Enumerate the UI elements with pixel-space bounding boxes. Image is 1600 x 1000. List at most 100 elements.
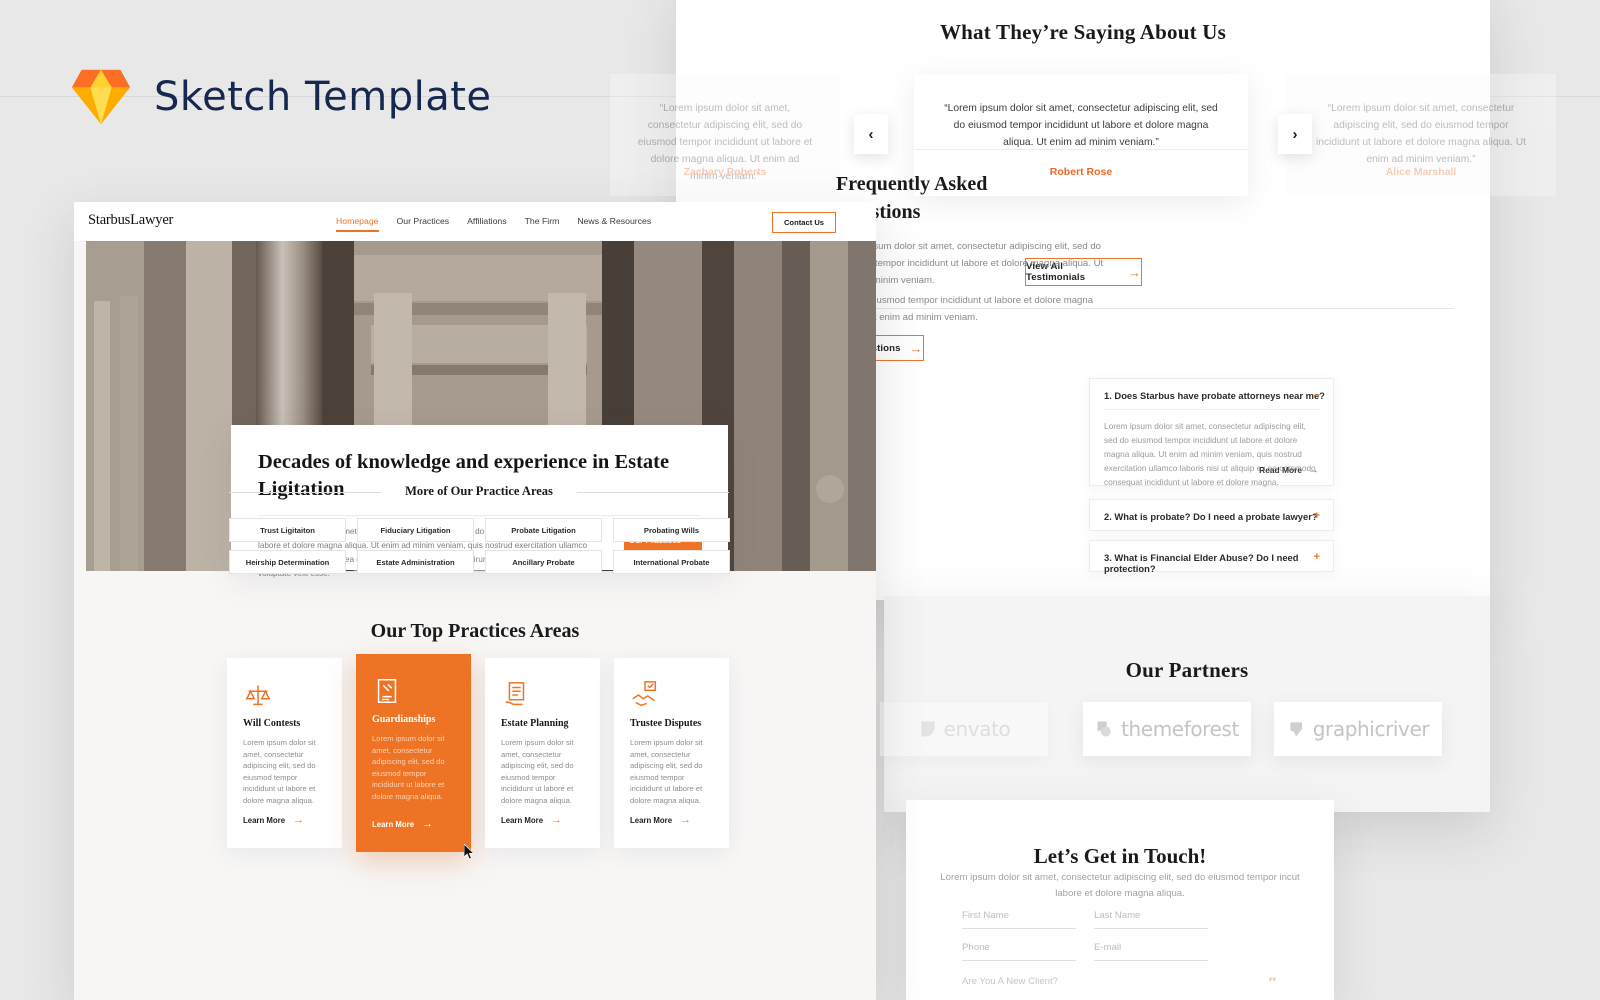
faq-collapse-icon[interactable]: –: [1314, 390, 1320, 401]
faq-read-more-link[interactable]: Read More →: [1259, 464, 1319, 476]
sketch-diamond-icon: [71, 69, 131, 125]
practice-chip[interactable]: International Probate: [613, 550, 730, 574]
nav-item-the-firm[interactable]: The Firm: [525, 216, 560, 226]
testimonial-author: Alice Marshall: [1385, 166, 1457, 178]
faq-answer: Lorem ipsum dolor sit amet, consectetur …: [1104, 421, 1316, 487]
arrow-right-icon: →: [909, 340, 923, 356]
faq-expand-icon[interactable]: +: [1314, 552, 1320, 563]
faq-heading-line1: Frequently Asked: [836, 173, 988, 195]
document-hand-icon: [505, 682, 525, 706]
mouse-cursor: [464, 844, 475, 860]
mockup-screen-left: StarbusLawyer Homepage Our Practices Aff…: [74, 202, 876, 1000]
practice-card-body: Lorem ipsum dolor sit amet, consectetur …: [630, 738, 703, 805]
practice-chip[interactable]: Trust Ligitaiton: [229, 518, 346, 542]
testimonial-divider: [914, 149, 1248, 150]
practice-chip[interactable]: Probating Wills: [613, 518, 730, 542]
practice-card-title: Will Contests: [243, 718, 301, 729]
practice-chip[interactable]: Fiduciary Litigation: [357, 518, 474, 542]
site-logo[interactable]: StarbusLawyer: [88, 212, 173, 229]
partner-name: themeforest: [1121, 717, 1239, 741]
testimonial-quote: “Lorem ipsum dolor sit amet, consectetur…: [1315, 103, 1527, 165]
practice-card-learn-more[interactable]: Learn More →: [501, 815, 562, 826]
practice-chip[interactable]: Heirship Determination: [229, 550, 346, 574]
graphicriver-logo-icon: [1290, 722, 1302, 737]
practice-card-body: Lorem ipsum dolor sit amet, consectetur …: [372, 734, 445, 801]
practice-card-learn-more[interactable]: Learn More →: [630, 815, 691, 826]
partner-logo-card[interactable]: envato: [880, 702, 1048, 756]
contact-subtitle: Lorem ipsum dolor sit amet, consectetur …: [940, 872, 1300, 899]
learn-more-label: Learn More: [501, 816, 544, 825]
learn-more-label: Learn More: [243, 816, 286, 825]
page-title: Sketch Template: [154, 74, 492, 120]
nav-item-our-practices[interactable]: Our Practices: [397, 216, 450, 226]
faq-item[interactable]: 3. What is Financial Elder Abuse? Do I n…: [1089, 540, 1334, 574]
document-gavel-icon: [377, 679, 397, 703]
arrow-right-icon: →: [680, 814, 692, 826]
contact-section: Let’s Get in Touch! Lorem ipsum dolor si…: [906, 800, 1334, 1000]
email-field[interactable]: E-mail: [1094, 942, 1208, 961]
testimonial-author: Zachary Roberts: [683, 166, 767, 178]
page-header-brand: Sketch Template: [70, 66, 492, 128]
faq-paragraph-1: Lorem ipsum dolor sit amet, consectetur …: [836, 241, 1104, 286]
practice-card-learn-more[interactable]: Learn More →: [243, 815, 304, 826]
faq-question: 1. Does Starbus have probate attorneys n…: [1104, 390, 1325, 401]
arrow-right-icon: →: [293, 814, 305, 826]
themeforest-logo-icon: [1097, 721, 1111, 737]
practice-card-will-contests[interactable]: Will Contests Lorem ipsum dolor sit amet…: [227, 658, 342, 848]
practice-card-title: Trustee Disputes: [630, 718, 702, 729]
faq-paragraph-2: Sed do eiusmod tempor incididunt ut labo…: [836, 295, 1094, 323]
practice-chip[interactable]: Estate Administration: [357, 550, 474, 574]
partner-name: envato: [943, 717, 1011, 741]
nav-item-news-resources[interactable]: News & Resources: [577, 216, 651, 226]
read-more-label: Read More: [1259, 465, 1302, 475]
new-client-question: Are You A New Client?: [962, 976, 1059, 987]
testimonial-card[interactable]: “Lorem ipsum dolor sit amet, consectetur…: [1286, 74, 1556, 196]
practice-card-title: Estate Planning: [501, 718, 569, 729]
faq-expand-icon[interactable]: +: [1314, 511, 1320, 522]
handshake-check-icon: [632, 681, 657, 707]
partner-logo-card[interactable]: graphicriver: [1274, 702, 1442, 756]
hero-divider: [258, 515, 701, 516]
arrow-right-icon: →: [1127, 264, 1141, 280]
faq-item[interactable]: 2. What is probate? Do I need a probate …: [1089, 499, 1334, 531]
testimonials-title: What They’re Saying About Us: [939, 20, 1227, 44]
faq-item[interactable]: 1. Does Starbus have probate attorneys n…: [1089, 378, 1334, 487]
arrow-right-icon: →: [1308, 464, 1319, 476]
last-name-field[interactable]: Last Name: [1094, 910, 1208, 929]
contact-us-button[interactable]: Contact Us: [772, 212, 836, 233]
new-client-toggle[interactable]: **: [1269, 976, 1276, 987]
partner-logo-card[interactable]: themeforest: [1083, 702, 1251, 756]
arrow-right-icon: →: [422, 818, 434, 830]
faq-divider: [1104, 409, 1319, 410]
scales-gavel-icon: [245, 685, 271, 706]
practice-card-guardianships[interactable]: Guardianships Lorem ipsum dolor sit amet…: [356, 654, 471, 852]
practice-card-body: Lorem ipsum dolor sit amet, consectetur …: [243, 738, 316, 805]
practice-chip[interactable]: Probate Litigation: [485, 518, 602, 542]
nav-item-homepage[interactable]: Homepage: [336, 216, 379, 232]
chevron-right-icon: ›: [1292, 125, 1298, 143]
learn-more-label: Learn More: [372, 820, 415, 829]
learn-more-label: Learn More: [630, 816, 673, 825]
practice-card-estate-planning[interactable]: Estate Planning Lorem ipsum dolor sit am…: [485, 658, 600, 848]
practice-card-title: Guardianships: [372, 714, 436, 725]
practice-card-learn-more[interactable]: Learn More →: [372, 819, 433, 830]
envato-logo-icon: [920, 721, 935, 737]
practice-chip[interactable]: Ancillary Probate: [485, 550, 602, 574]
testimonial-next-button[interactable]: ›: [1278, 114, 1312, 154]
partner-name: graphicriver: [1312, 717, 1430, 741]
practice-card-body: Lorem ipsum dolor sit amet, consectetur …: [501, 738, 574, 805]
practices-title: Our Top Practices Areas: [370, 620, 580, 642]
testimonial-card[interactable]: “Lorem ipsum dolor sit amet, consectetur…: [610, 74, 840, 196]
nav-item-affiliations[interactable]: Affiliations: [467, 216, 506, 226]
arrow-right-icon: →: [551, 814, 563, 826]
practice-card-trustee-disputes[interactable]: Trustee Disputes Lorem ipsum dolor sit a…: [614, 658, 729, 848]
partners-title: Our Partners: [1125, 658, 1249, 682]
first-name-field[interactable]: First Name: [962, 910, 1076, 929]
faq-question: 2. What is probate? Do I need a probate …: [1104, 511, 1318, 522]
partners-section: Our Partners envato themeforest graphicr…: [880, 596, 1490, 812]
testimonial-quote: “Lorem ipsum dolor sit amet, consectetur…: [944, 103, 1218, 148]
chevron-left-icon: ‹: [868, 125, 874, 143]
testimonial-prev-button[interactable]: ‹: [854, 114, 888, 154]
site-nav: Homepage Our Practices Affiliations The …: [336, 216, 651, 232]
phone-field[interactable]: Phone: [962, 942, 1076, 961]
